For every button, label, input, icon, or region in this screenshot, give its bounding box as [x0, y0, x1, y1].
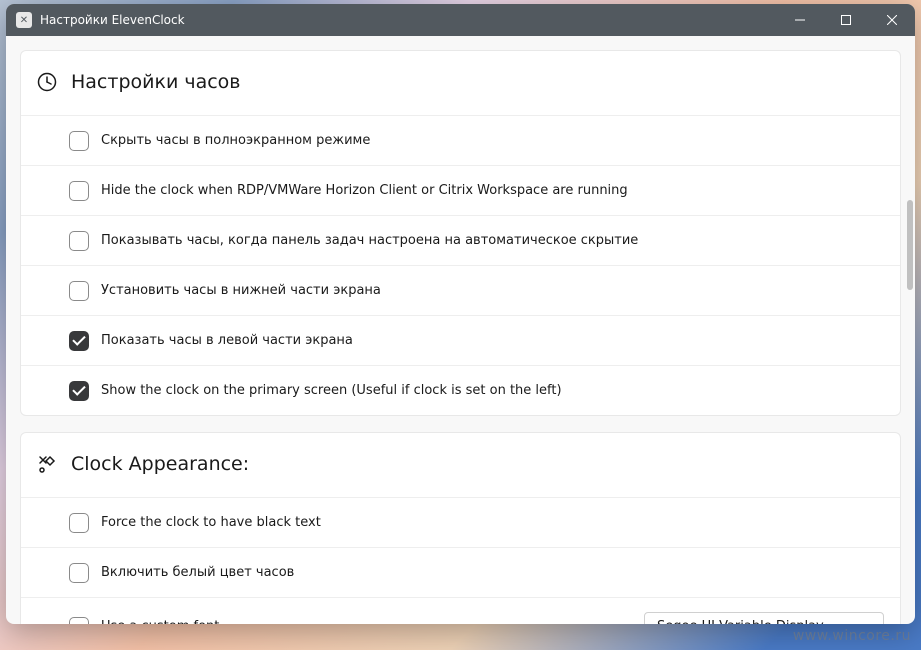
section-header: Clock Appearance:: [21, 433, 900, 497]
setting-label: Показывать часы, когда панель задач наст…: [101, 233, 638, 248]
setting-label: Показать часы в левой части экрана: [101, 333, 353, 348]
titlebar: ✕ Настройки ElevenClock: [6, 4, 915, 36]
setting-row: Включить белый цвет часов: [21, 547, 900, 597]
setting-row: Force the clock to have black text: [21, 497, 900, 547]
setting-row: Show the clock on the primary screen (Us…: [21, 365, 900, 415]
checkbox-white-color[interactable]: [69, 563, 89, 583]
setting-label: Use a custom font: [101, 619, 219, 624]
setting-label: Включить белый цвет часов: [101, 565, 294, 580]
setting-row: Показать часы в левой части экрана: [21, 315, 900, 365]
content-area: Настройки часов Скрыть часы в полноэкран…: [6, 36, 915, 624]
maximize-button[interactable]: [823, 4, 869, 36]
checkbox-hide-fullscreen[interactable]: [69, 131, 89, 151]
window-title: Настройки ElevenClock: [40, 13, 777, 27]
design-icon: [37, 454, 57, 474]
section-title: Настройки часов: [71, 71, 240, 93]
section-clock-appearance: Clock Appearance: Force the clock to hav…: [20, 432, 901, 624]
scrollbar-thumb[interactable]: [907, 200, 913, 290]
watermark: www.wincore.ru: [793, 628, 911, 644]
close-button[interactable]: [869, 4, 915, 36]
checkbox-hide-rdp[interactable]: [69, 181, 89, 201]
setting-row: Показывать часы, когда панель задач наст…: [21, 215, 900, 265]
checkbox-custom-font[interactable]: [69, 617, 89, 625]
setting-row: Use a custom font Segoe UI Variable Disp…: [21, 597, 900, 624]
checkbox-show-taskbar-autohide[interactable]: [69, 231, 89, 251]
window-controls: [777, 4, 915, 36]
setting-row: Установить часы в нижней части экрана: [21, 265, 900, 315]
setting-label: Hide the clock when RDP/VMWare Horizon C…: [101, 183, 628, 198]
setting-row: Скрыть часы в полноэкранном режиме: [21, 115, 900, 165]
setting-label: Установить часы в нижней части экрана: [101, 283, 381, 298]
checkbox-black-text[interactable]: [69, 513, 89, 533]
app-window: ✕ Настройки ElevenClock Настройки часов: [6, 4, 915, 624]
minimize-button[interactable]: [777, 4, 823, 36]
scrollbar-track[interactable]: [907, 50, 913, 610]
font-select[interactable]: Segoe UI Variable Display: [644, 612, 884, 624]
setting-label: Скрыть часы в полноэкранном режиме: [101, 133, 370, 148]
checkbox-primary-screen[interactable]: [69, 381, 89, 401]
setting-label: Show the clock on the primary screen (Us…: [101, 383, 562, 398]
setting-label: Force the clock to have black text: [101, 515, 321, 530]
checkbox-bottom-screen[interactable]: [69, 281, 89, 301]
setting-row: Hide the clock when RDP/VMWare Horizon C…: [21, 165, 900, 215]
section-title: Clock Appearance:: [71, 453, 249, 475]
checkbox-left-screen[interactable]: [69, 331, 89, 351]
app-icon: ✕: [16, 12, 32, 28]
section-header: Настройки часов: [21, 51, 900, 115]
section-clock-settings: Настройки часов Скрыть часы в полноэкран…: [20, 50, 901, 416]
clock-icon: [37, 72, 57, 92]
